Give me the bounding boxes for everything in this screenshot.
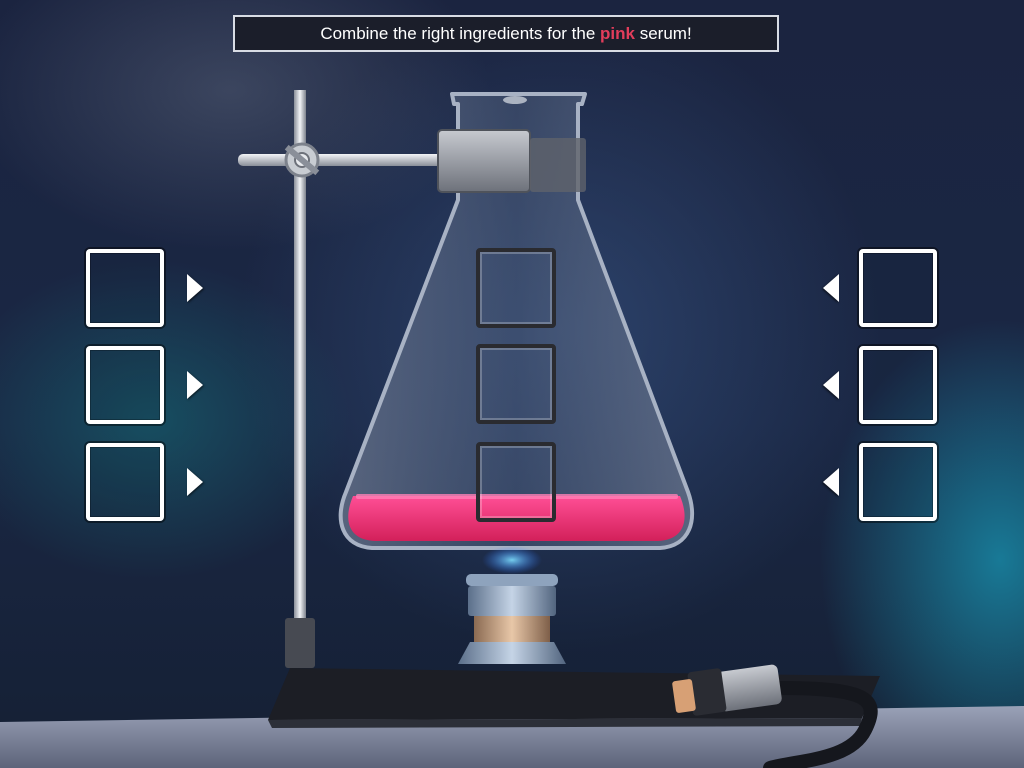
triangle-right-icon[interactable]	[187, 274, 203, 302]
flask-clamp	[437, 129, 586, 193]
ingredient-slot-right-3[interactable]	[859, 443, 937, 521]
ingredient-slot-left-2[interactable]	[86, 346, 164, 424]
ingredient-slot-right-1[interactable]	[859, 249, 937, 327]
burner	[458, 574, 566, 664]
ingredient-slot-left-3[interactable]	[86, 443, 164, 521]
triangle-left-icon[interactable]	[823, 468, 839, 496]
stand-arm	[238, 154, 448, 166]
ingredient-slot-right-2[interactable]	[859, 346, 937, 424]
ingredient-slot-left-1[interactable]	[86, 249, 164, 327]
rod-foot	[285, 618, 315, 668]
triangle-right-icon[interactable]	[187, 468, 203, 496]
flask-slot-1[interactable]	[476, 248, 556, 328]
triangle-left-icon[interactable]	[823, 274, 839, 302]
clamp-knob	[284, 142, 320, 178]
triangle-left-icon[interactable]	[823, 371, 839, 399]
triangle-right-icon[interactable]	[187, 371, 203, 399]
flask-slot-2[interactable]	[476, 344, 556, 424]
burner-flame	[482, 546, 542, 574]
flask-slot-3[interactable]	[476, 442, 556, 522]
